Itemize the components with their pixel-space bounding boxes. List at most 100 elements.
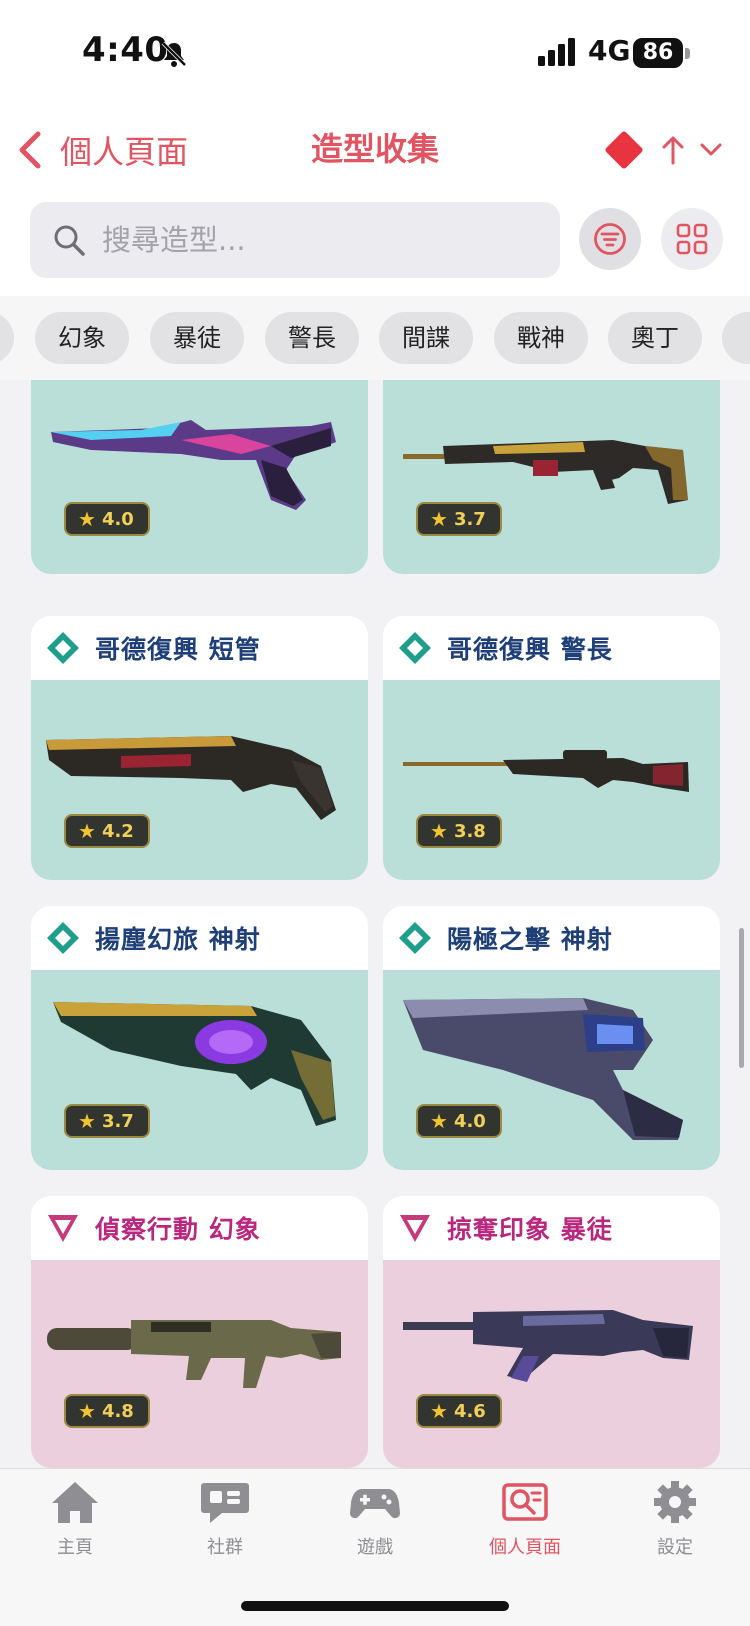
- rating-value: 3.8: [453, 820, 486, 842]
- skin-image-area: ★ 3.8: [383, 680, 720, 880]
- tab-community[interactable]: 社群: [150, 1479, 300, 1579]
- sniper-skin-image: [403, 440, 688, 504]
- rating-badge: ★ 4.2: [64, 814, 150, 848]
- gear-icon: [654, 1481, 696, 1523]
- skin-image-area: ★ 4.2: [31, 680, 368, 880]
- rating-value: 4.8: [101, 1400, 134, 1422]
- chat-icon: [201, 1483, 249, 1523]
- search-row: [0, 198, 750, 296]
- skin-image-area: ★ 4.8: [31, 1260, 368, 1468]
- chip-partial-right[interactable]: [722, 312, 750, 364]
- search-input[interactable]: [102, 223, 522, 257]
- rating-badge: ★ 3.7: [416, 502, 502, 536]
- search-bar[interactable]: [30, 202, 560, 278]
- phantom-skin-image: [47, 1320, 341, 1388]
- tab-label: 遊戲: [357, 1537, 393, 1558]
- card-header: 陽極之擊 神射: [383, 906, 720, 970]
- chip-bulldog[interactable]: 暴徒: [150, 312, 244, 364]
- card-header: 偵察行動 幻象: [31, 1196, 368, 1260]
- weapon-filter-chips: 幻象 暴徒 警長 間諜 戰神 奧丁: [0, 296, 750, 380]
- tab-profile[interactable]: 個人頁面: [450, 1479, 600, 1579]
- grid-view-button[interactable]: [661, 208, 723, 270]
- skin-image-area: ★ 4.0: [383, 970, 720, 1170]
- back-label: 個人頁面: [60, 133, 189, 171]
- filter-icon: [594, 223, 626, 255]
- anode-revolver-skin-image: [403, 998, 683, 1140]
- rating-badge: ★ 3.8: [416, 814, 502, 848]
- dust-revolver-skin-image: [53, 1002, 336, 1126]
- card-header: 哥德復興 警長: [383, 616, 720, 680]
- shorty-skin-image: [46, 736, 336, 820]
- skin-image-area: ★ 3.7: [383, 380, 720, 574]
- chevron-left-icon: [19, 131, 41, 169]
- battery-level: 86: [633, 38, 683, 68]
- rating-badge: ★ 4.0: [416, 1104, 502, 1138]
- skin-card[interactable]: 掠奪印象 暴徒 ★ 4.6: [383, 1196, 720, 1468]
- status-bar: 4:40 4G 86: [0, 0, 750, 110]
- chip-ares[interactable]: 戰神: [494, 312, 588, 364]
- bulldog-skin-image: [403, 1310, 693, 1382]
- rating-value: 3.7: [453, 508, 486, 530]
- filter-button[interactable]: [579, 208, 641, 270]
- skin-card[interactable]: ★ 4.0: [31, 380, 368, 574]
- exclusive-tier-icon: [47, 632, 79, 664]
- tab-label: 設定: [657, 1537, 693, 1558]
- sort-control[interactable]: [604, 128, 736, 172]
- tab-settings[interactable]: 設定: [600, 1479, 750, 1579]
- skin-name: 偵察行動 幻象: [95, 1215, 261, 1244]
- rating-value: 4.0: [453, 1110, 486, 1132]
- skin-card[interactable]: ★ 3.7: [383, 380, 720, 574]
- skin-card[interactable]: 哥德復興 警長 ★ 3.8: [383, 616, 720, 880]
- rating-badge: ★ 4.6: [416, 1394, 502, 1428]
- grid-icon: [676, 223, 708, 255]
- scrollbar[interactable]: [739, 928, 744, 1068]
- rarity-diamond-icon: [604, 130, 644, 170]
- rating-badge: ★ 4.0: [64, 502, 150, 536]
- search-icon: [54, 225, 85, 256]
- skin-name: 哥德復興 短管: [95, 635, 261, 664]
- tab-games[interactable]: 遊戲: [300, 1479, 450, 1579]
- skin-card[interactable]: 揚塵幻旅 神射 ★ 3.7: [31, 906, 368, 1170]
- skin-card[interactable]: 偵察行動 幻象 ★ 4.8: [31, 1196, 368, 1468]
- card-header: 哥德復興 短管: [31, 616, 368, 680]
- tab-label: 社群: [207, 1537, 243, 1558]
- star-icon: ★: [430, 819, 448, 843]
- chip-partial-left[interactable]: [0, 312, 14, 364]
- skin-name: 哥德復興 警長: [447, 635, 613, 664]
- signal-icon: [538, 38, 575, 66]
- gamepad-icon: [350, 1489, 400, 1519]
- star-icon: ★: [78, 1399, 96, 1423]
- home-icon: [52, 1482, 98, 1523]
- nav-header: 個人頁面 造型收集: [0, 110, 750, 198]
- tab-label: 個人頁面: [489, 1537, 561, 1558]
- chevron-down-icon[interactable]: [698, 135, 724, 165]
- arrow-up-icon[interactable]: [660, 135, 686, 165]
- star-icon: ★: [78, 507, 96, 531]
- tab-home[interactable]: 主頁: [0, 1479, 150, 1579]
- rating-value: 4.0: [101, 508, 134, 530]
- exclusive-tier-icon: [399, 632, 431, 664]
- skin-grid: ★ 4.0 ★ 3.7 哥德復興 短管 ★ 4.2 哥德復興 警長 ★ 3.8 …: [0, 380, 750, 1468]
- skin-card[interactable]: 陽極之擊 神射 ★ 4.0: [383, 906, 720, 1170]
- card-header: 揚塵幻旅 神射: [31, 906, 368, 970]
- chip-odin[interactable]: 奧丁: [608, 312, 702, 364]
- sheriff-rifle-skin-image: [403, 750, 689, 792]
- tab-label: 主頁: [57, 1537, 93, 1558]
- status-time: 4:40: [82, 30, 169, 70]
- star-icon: ★: [78, 819, 96, 843]
- back-button[interactable]: 個人頁面: [16, 122, 188, 178]
- star-icon: ★: [430, 1109, 448, 1133]
- home-indicator: [241, 1601, 509, 1611]
- profile-search-icon: [502, 1483, 548, 1521]
- premium-tier-icon: [400, 1215, 430, 1242]
- skin-name: 陽極之擊 神射: [447, 925, 613, 954]
- rating-value: 4.2: [101, 820, 134, 842]
- chip-sheriff[interactable]: 警長: [265, 312, 359, 364]
- rating-value: 4.6: [453, 1400, 486, 1422]
- skin-name: 揚塵幻旅 神射: [95, 925, 261, 954]
- card-header: 掠奪印象 暴徒: [383, 1196, 720, 1260]
- chip-ghost[interactable]: 間諜: [379, 312, 473, 364]
- chip-phantom[interactable]: 幻象: [35, 312, 129, 364]
- star-icon: ★: [430, 1399, 448, 1423]
- skin-card[interactable]: 哥德復興 短管 ★ 4.2: [31, 616, 368, 880]
